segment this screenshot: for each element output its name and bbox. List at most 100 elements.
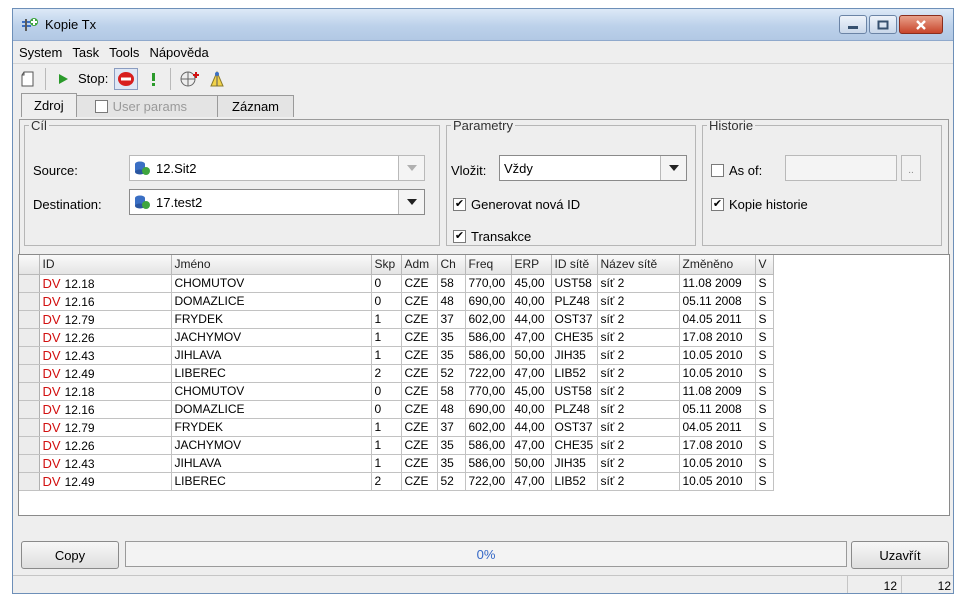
- cell-nazev-site: síť 2: [597, 346, 680, 365]
- destination-select[interactable]: 17.test2: [129, 189, 425, 215]
- menu-bar: System Task Tools Nápověda: [13, 41, 953, 63]
- cell-jmeno: JIHLAVA: [171, 454, 372, 473]
- col-id[interactable]: ID: [39, 255, 172, 275]
- records-table[interactable]: ID Jméno Skp Adm Ch Freq ERP ID sítě Náz…: [18, 254, 950, 516]
- table-row[interactable]: DV 12.43 JIHLAVA 1 CZE 35 586,00 50,00 JIH35 síť …: [19, 346, 774, 365]
- row-header[interactable]: [19, 310, 40, 329]
- col-freq[interactable]: Freq: [465, 255, 512, 275]
- col-nazev-site[interactable]: Název sítě: [597, 255, 680, 275]
- asof-picker-button[interactable]: ..: [901, 155, 921, 181]
- col-erp[interactable]: ERP: [511, 255, 552, 275]
- row-header[interactable]: [19, 454, 40, 473]
- row-header[interactable]: [19, 400, 40, 419]
- cell-skp: 1: [371, 328, 402, 347]
- cell-zmeneno: 04.05 2011: [679, 310, 756, 329]
- cell-id: DV 12.18: [39, 274, 172, 293]
- cell-skp: 2: [371, 364, 402, 383]
- kopie-historie-checkbox[interactable]: ✔ Kopie historie: [711, 197, 808, 212]
- source-select[interactable]: 12.Sit2: [129, 155, 425, 181]
- transakce-checkbox[interactable]: ✔ Transakce: [453, 229, 531, 244]
- tab-user-params[interactable]: User params: [75, 95, 219, 117]
- row-header[interactable]: [19, 364, 40, 383]
- table-row[interactable]: DV 12.26 JACHYMOV 1 CZE 35 586,00 47,00 CHE35 síť…: [19, 328, 774, 347]
- close-button[interactable]: Uzavřít: [851, 541, 949, 569]
- id-prefix: DV: [42, 293, 61, 309]
- cell-zmeneno: 10.05 2010: [679, 346, 756, 365]
- cell-jmeno: DOMAZLICE: [171, 400, 372, 419]
- row-header[interactable]: [19, 274, 40, 293]
- cell-jmeno: LIBEREC: [171, 472, 372, 491]
- play-button[interactable]: [54, 68, 72, 90]
- cell-id: DV 12.16: [39, 400, 172, 419]
- row-header[interactable]: [19, 382, 40, 401]
- table-row[interactable]: DV 12.79 FRYDEK 1 CZE 37 602,00 44,00 OST37 síť 2…: [19, 310, 774, 329]
- cell-id-site: PLZ48: [551, 292, 598, 311]
- network-button[interactable]: [179, 68, 201, 90]
- cell-nazev-site: síť 2: [597, 292, 680, 311]
- chevron-down-icon: [406, 199, 417, 205]
- check-icon: ✔: [453, 230, 466, 243]
- cell-v: S: [755, 418, 774, 437]
- records-grid: ID Jméno Skp Adm Ch Freq ERP ID sítě Náz…: [19, 255, 774, 491]
- row-header[interactable]: [19, 346, 40, 365]
- col-skp[interactable]: Skp: [371, 255, 402, 275]
- row-header[interactable]: [19, 328, 40, 347]
- table-row[interactable]: DV 12.49 LIBEREC 2 CZE 52 722,00 47,00 LIB52 síť …: [19, 364, 774, 383]
- destination-value: 17.test2: [156, 194, 203, 210]
- cell-jmeno: FRYDEK: [171, 310, 372, 329]
- copy-button[interactable]: Copy: [21, 541, 119, 569]
- cil-group: Cíl Source: 12.Sit2 Destination: 17.test…: [24, 118, 440, 246]
- col-jmeno[interactable]: Jméno: [171, 255, 372, 275]
- cell-skp: 1: [371, 436, 402, 455]
- id-value: 12.18: [64, 384, 95, 399]
- col-ch[interactable]: Ch: [437, 255, 466, 275]
- table-row[interactable]: DV 12.18 CHOMUTOV 0 CZE 58 770,00 45,00 UST58 síť…: [19, 274, 774, 293]
- asof-date-field[interactable]: [785, 155, 897, 181]
- cell-zmeneno: 10.05 2010: [679, 454, 756, 473]
- table-row[interactable]: DV 12.43 JIHLAVA 1 CZE 35 586,00 50,00 JIH35 síť …: [19, 454, 774, 473]
- table-row[interactable]: DV 12.16 DOMAZLICE 0 CZE 48 690,00 40,00 PLZ48 sí…: [19, 400, 774, 419]
- window-controls: [839, 15, 943, 34]
- cell-skp: 2: [371, 472, 402, 491]
- cell-adm: CZE: [401, 418, 438, 437]
- table-row[interactable]: DV 12.26 JACHYMOV 1 CZE 35 586,00 47,00 CHE35 síť…: [19, 436, 774, 455]
- menu-task[interactable]: Task: [72, 45, 99, 60]
- cell-ch: 48: [437, 292, 466, 311]
- warning-button[interactable]: [144, 68, 162, 90]
- table-row[interactable]: DV 12.18 CHOMUTOV 0 CZE 58 770,00 45,00 UST58 síť…: [19, 382, 774, 401]
- minimize-icon: [848, 25, 858, 29]
- table-row[interactable]: DV 12.79 FRYDEK 1 CZE 37 602,00 44,00 OST37 síť 2…: [19, 418, 774, 437]
- row-header[interactable]: [19, 292, 40, 311]
- generovat-checkbox[interactable]: ✔ Generovat nová ID: [453, 197, 580, 212]
- new-task-button[interactable]: [19, 68, 37, 90]
- tab-zdroj[interactable]: Zdroj: [21, 93, 77, 117]
- cell-erp: 44,00: [511, 310, 552, 329]
- col-id-site[interactable]: ID sítě: [551, 255, 598, 275]
- col-zmeneno[interactable]: Změněno: [679, 255, 756, 275]
- tab-strip: Zdroj User params Záznam: [21, 93, 953, 117]
- row-header[interactable]: [19, 436, 40, 455]
- stop-button[interactable]: [114, 67, 139, 90]
- menu-tools[interactable]: Tools: [109, 45, 139, 60]
- table-row[interactable]: DV 12.16 DOMAZLICE 0 CZE 48 690,00 40,00 PLZ48 sí…: [19, 292, 774, 311]
- cell-id: DV 12.79: [39, 418, 172, 437]
- cell-adm: CZE: [401, 400, 438, 419]
- vlozit-value: Vždy: [504, 160, 533, 176]
- minimize-button[interactable]: [839, 15, 867, 34]
- row-header[interactable]: [19, 418, 40, 437]
- col-v[interactable]: V: [755, 255, 774, 275]
- tab-zaznam[interactable]: Záznam: [217, 95, 295, 117]
- id-value: 12.79: [64, 312, 95, 327]
- vlozit-select[interactable]: Vždy: [499, 155, 687, 181]
- col-adm[interactable]: Adm: [401, 255, 438, 275]
- cell-freq: 770,00: [465, 382, 512, 401]
- close-window-button[interactable]: [899, 15, 943, 34]
- table-row[interactable]: DV 12.49 LIBEREC 2 CZE 52 722,00 47,00 LIB52 síť …: [19, 472, 774, 491]
- asof-checkbox[interactable]: As of:: [711, 163, 762, 178]
- antenna-button[interactable]: [207, 68, 227, 90]
- cell-nazev-site: síť 2: [597, 400, 680, 419]
- row-header[interactable]: [19, 472, 40, 491]
- maximize-button[interactable]: [869, 15, 897, 34]
- menu-napoveda[interactable]: Nápověda: [149, 45, 208, 60]
- menu-system[interactable]: System: [19, 45, 62, 60]
